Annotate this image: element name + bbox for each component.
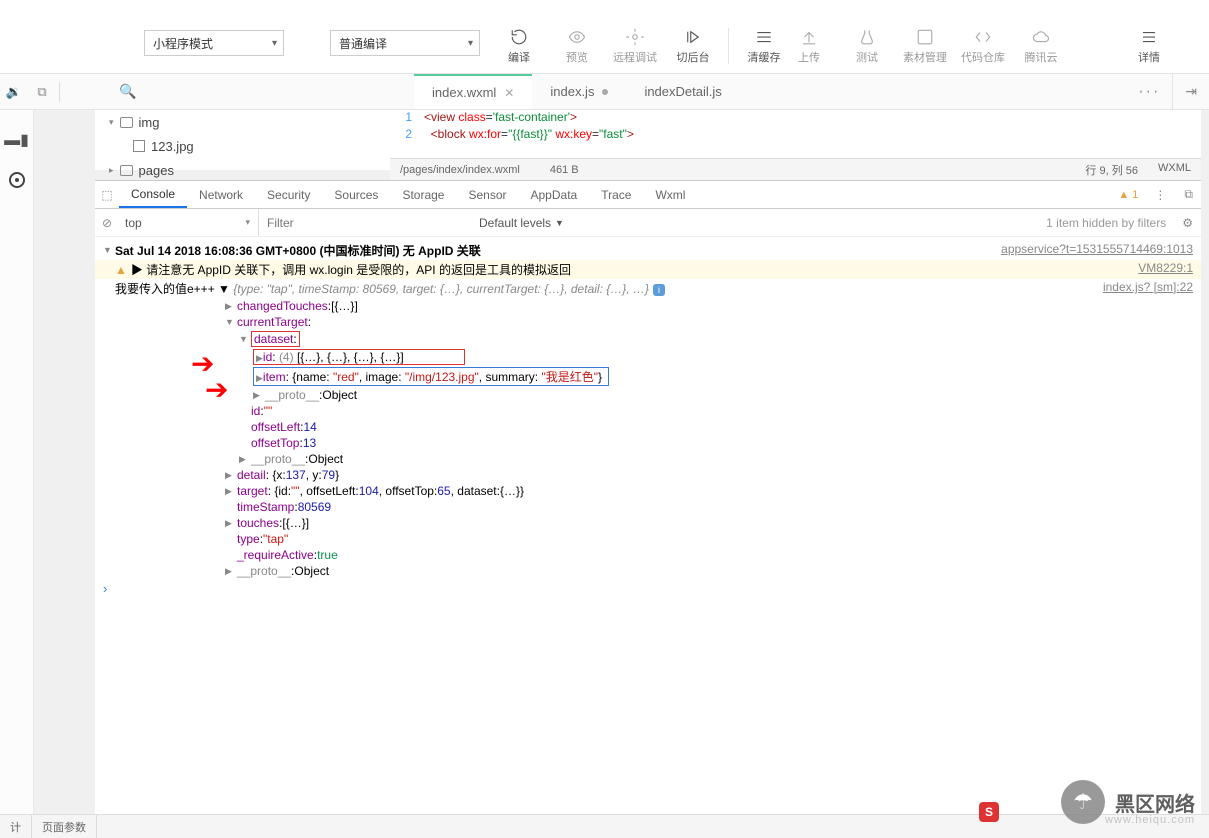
hidden-count: 1 item hidden by filters bbox=[1046, 216, 1174, 230]
modified-dot-icon bbox=[602, 89, 608, 95]
tab-security[interactable]: Security bbox=[255, 181, 322, 208]
file-size: 461 B bbox=[550, 164, 579, 176]
filter-input[interactable] bbox=[259, 209, 469, 236]
left-icon-strip: ▬▮ bbox=[0, 0, 34, 838]
tab-index-wxml[interactable]: index.wxml✕ bbox=[414, 74, 532, 109]
tree-file-123[interactable]: 123.jpg bbox=[95, 134, 390, 158]
watermark: ☂ 黑区网络 www.heiqu.com bbox=[1061, 780, 1195, 824]
tree-folder-pages[interactable]: ▸pages bbox=[95, 158, 390, 182]
source-link[interactable]: index.js? [sm]:22 bbox=[1091, 280, 1193, 294]
cursor-position: 行 9, 列 56 bbox=[1085, 162, 1138, 178]
console-output[interactable]: ▼Sat Jul 14 2018 16:08:36 GMT+0800 (中国标准… bbox=[95, 237, 1201, 814]
context-select[interactable]: top bbox=[119, 209, 259, 236]
devices-icon[interactable]: ⧉ bbox=[28, 84, 56, 100]
console-filter-bar: ⊘ top Default levels ▼ 1 item hidden by … bbox=[95, 209, 1201, 237]
tab-indexdetail-js[interactable]: indexDetail.js bbox=[626, 74, 739, 109]
language-mode: WXML bbox=[1158, 162, 1191, 178]
folder-icon bbox=[120, 117, 133, 128]
tab-appdata[interactable]: AppData bbox=[519, 181, 590, 208]
tab-sources[interactable]: Sources bbox=[322, 181, 390, 208]
footer-stats[interactable]: 计 bbox=[0, 815, 32, 838]
devtools-panel: ⬚ Console Network Security Sources Stora… bbox=[95, 180, 1201, 814]
file-tree: ▾img 123.jpg ▸pages bbox=[95, 110, 390, 170]
remote-debug-button[interactable]: 远程调试 bbox=[606, 24, 664, 68]
tab-console[interactable]: Console bbox=[119, 181, 187, 208]
annotation-arrow-icon: ➔ bbox=[205, 373, 228, 406]
footer-page-params[interactable]: 页面参数 bbox=[32, 815, 97, 838]
devtools-menu-icon[interactable]: ⋮ bbox=[1144, 188, 1176, 202]
watermark-logo-icon: ☂ bbox=[1061, 780, 1105, 824]
dock-icon[interactable]: ⧉ bbox=[1176, 187, 1201, 202]
repo-button[interactable]: 代码仓库 bbox=[954, 24, 1012, 68]
search-icon[interactable]: 🔍 bbox=[111, 83, 144, 100]
panel-toggle-icon[interactable]: ⇥ bbox=[1172, 74, 1209, 109]
compile-select[interactable]: 普通编译 bbox=[330, 30, 480, 56]
more-icon[interactable]: ··· bbox=[1126, 83, 1172, 101]
element-picker-icon[interactable]: ⬚ bbox=[95, 188, 119, 202]
image-file-icon bbox=[133, 140, 145, 152]
assets-button[interactable]: 素材管理 bbox=[896, 24, 954, 68]
clear-console-icon[interactable]: ⊘ bbox=[95, 216, 119, 230]
source-link[interactable]: appservice?t=1531555714469:1013 bbox=[989, 242, 1193, 256]
phone-battery-icon: ▬▮ bbox=[4, 130, 29, 150]
test-button[interactable]: 测试 bbox=[838, 24, 896, 68]
tab-storage[interactable]: Storage bbox=[390, 181, 456, 208]
folder-icon bbox=[120, 165, 133, 176]
ime-indicator-icon: S bbox=[979, 802, 999, 822]
target-icon bbox=[9, 172, 25, 188]
tab-trace[interactable]: Trace bbox=[589, 181, 643, 208]
log-levels-select[interactable]: Default levels ▼ bbox=[469, 216, 574, 230]
console-settings-icon[interactable]: ⚙ bbox=[1174, 216, 1201, 230]
warning-badge[interactable]: ▲ 1 bbox=[1118, 189, 1144, 201]
upload-button[interactable]: 上传 bbox=[780, 24, 838, 68]
sound-icon[interactable]: 🔉 bbox=[0, 84, 28, 100]
details-button[interactable]: 详情 bbox=[1120, 24, 1178, 68]
tab-index-js[interactable]: index.js bbox=[532, 74, 626, 109]
editor-tab-bar: 🔉 ⧉ 🔍 ··· ⇥ index.wxml✕ index.js indexDe… bbox=[0, 73, 1209, 110]
toolbar: 小程序模式 普通编译 编译 预览 远程调试 切后台 清缓存 上传 测试 素材管理… bbox=[0, 0, 1209, 73]
tab-sensor[interactable]: Sensor bbox=[456, 181, 518, 208]
cloud-button[interactable]: 腾讯云 bbox=[1012, 24, 1070, 68]
compile-button[interactable]: 编译 bbox=[490, 24, 548, 68]
source-link[interactable]: VM8229:1 bbox=[1126, 261, 1193, 275]
preview-button[interactable]: 预览 bbox=[548, 24, 606, 68]
devtools-tabs: ⬚ Console Network Security Sources Stora… bbox=[95, 181, 1201, 209]
close-icon[interactable]: ✕ bbox=[504, 86, 514, 100]
tree-folder-img[interactable]: ▾img bbox=[95, 110, 390, 134]
background-button[interactable]: 切后台 bbox=[664, 24, 722, 68]
console-prompt[interactable]: › bbox=[95, 579, 1201, 598]
warning-icon: ▲ bbox=[115, 263, 127, 277]
tab-network[interactable]: Network bbox=[187, 181, 255, 208]
status-footer: 计 页面参数 bbox=[0, 814, 1209, 838]
editor-status-bar: /pages/index/index.wxml 461 B 行 9, 列 56 W… bbox=[390, 158, 1201, 180]
mode-select[interactable]: 小程序模式 bbox=[144, 30, 284, 56]
info-icon[interactable]: i bbox=[653, 284, 665, 296]
file-path: /pages/index/index.wxml bbox=[400, 164, 520, 176]
tab-wxml[interactable]: Wxml bbox=[643, 181, 697, 208]
